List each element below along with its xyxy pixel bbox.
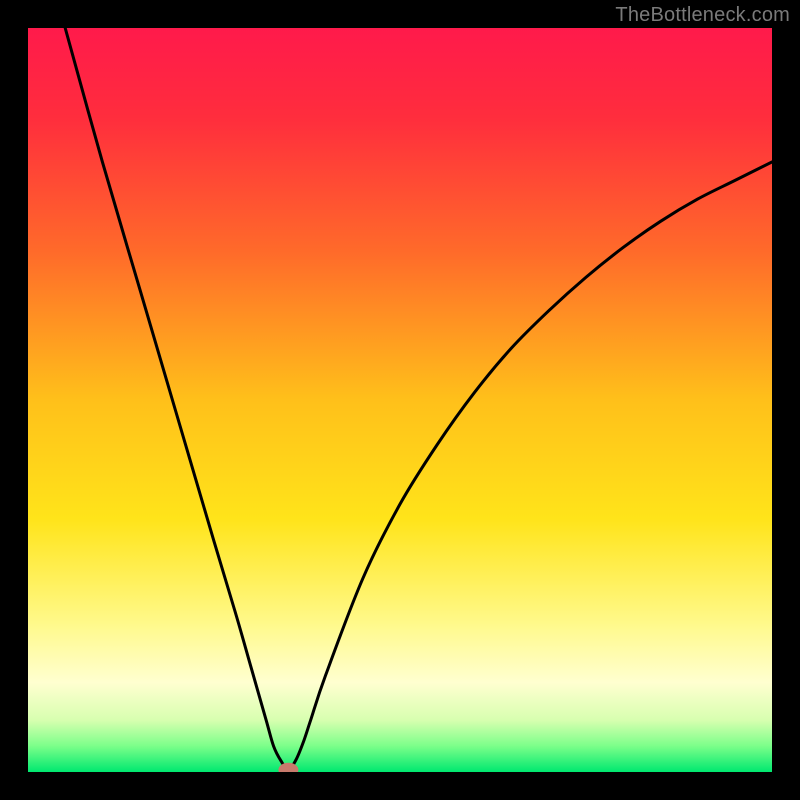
watermark-text: TheBottleneck.com bbox=[615, 4, 790, 27]
plot-frame bbox=[28, 28, 772, 772]
bottleneck-chart bbox=[28, 28, 772, 772]
gradient-background bbox=[28, 28, 772, 772]
